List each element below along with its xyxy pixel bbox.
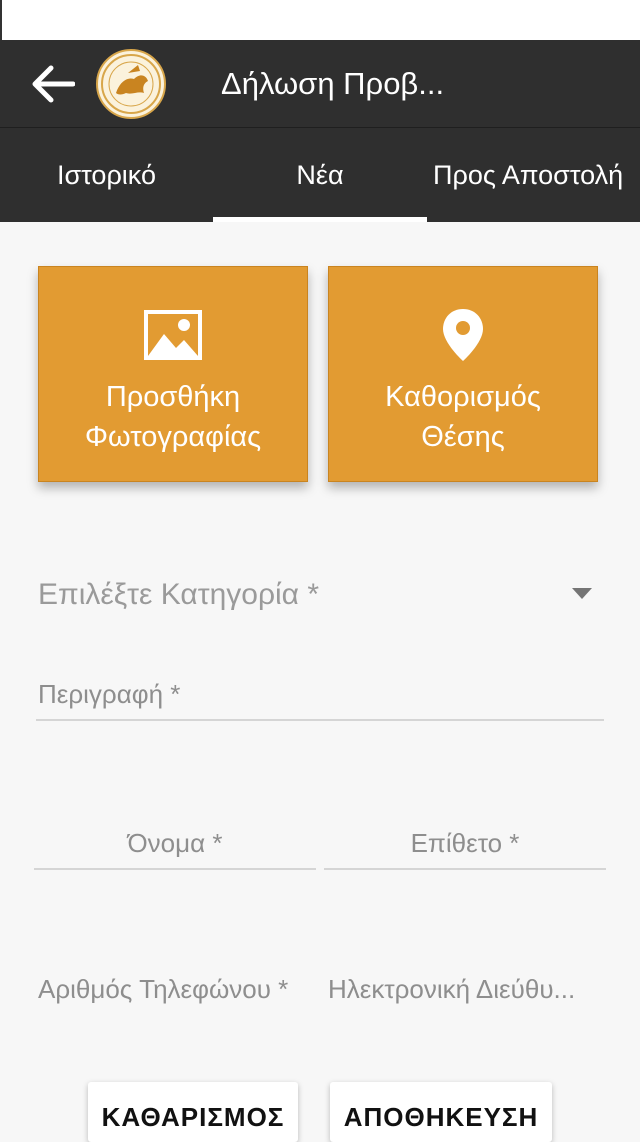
clear-button[interactable]: ΚΑΘΑΡΙΣΜΟΣ	[88, 1082, 298, 1142]
set-location-label-line2: Θέσης	[421, 421, 505, 453]
tab-history-label: Ιστορικό	[56, 159, 156, 190]
tab-bar: Ιστορικό Νέα Προς Αποστολή	[0, 128, 640, 222]
last-name-input[interactable]: Επίθετο *	[324, 820, 606, 870]
add-photo-button[interactable]: Προσθήκη Φωτογραφίας	[38, 266, 308, 482]
first-name-input[interactable]: Όνομα *	[34, 820, 316, 870]
image-icon	[144, 310, 202, 360]
municipality-seal-logo	[96, 49, 166, 119]
back-button[interactable]	[24, 60, 80, 108]
email-placeholder: Ηλεκτρονική Διεύθυ...	[328, 974, 576, 1004]
add-photo-label-line1: Προσθήκη	[105, 381, 241, 413]
description-input[interactable]: Περιγραφή *	[36, 672, 604, 721]
email-input[interactable]: Ηλεκτρονική Διεύθυ...	[328, 966, 608, 1012]
save-button[interactable]: ΑΠΟΘΗΚΕΥΣΗ	[330, 1082, 552, 1142]
description-placeholder: Περιγραφή *	[38, 679, 181, 709]
app-bar: Δήλωση Προβ...	[0, 40, 640, 128]
page-title: Δήλωση Προβ...	[221, 66, 445, 101]
add-photo-label-line2: Φωτογραφίας	[84, 421, 262, 453]
set-location-label-line1: Καθορισμός	[385, 381, 541, 413]
set-location-button[interactable]: Καθορισμός Θέσης	[328, 266, 598, 482]
category-select[interactable]: Επιλέξτε Κατηγορία *	[38, 572, 604, 622]
first-name-placeholder: Όνομα *	[127, 828, 223, 858]
save-button-label: ΑΠΟΘΗΚΕΥΣΗ	[343, 1102, 539, 1132]
location-pin-icon	[443, 309, 483, 361]
category-placeholder: Επιλέξτε Κατηγορία *	[38, 578, 320, 611]
last-name-placeholder: Επίθετο *	[410, 828, 520, 858]
phone-placeholder: Αριθμός Τηλεφώνου *	[38, 974, 289, 1004]
tab-history[interactable]: Ιστορικό	[0, 128, 213, 222]
caret-down-icon	[572, 588, 592, 599]
tab-new[interactable]: Νέα	[213, 128, 427, 222]
clear-button-label: ΚΑΘΑΡΙΣΜΟΣ	[101, 1102, 285, 1132]
status-bar-area	[0, 0, 640, 40]
tab-outbox-label: Προς Αποστολή	[433, 159, 624, 190]
tab-new-label: Νέα	[296, 159, 344, 190]
phone-input[interactable]: Αριθμός Τηλεφώνου *	[38, 966, 320, 1012]
tab-outbox[interactable]: Προς Αποστολή	[427, 128, 640, 222]
arrow-left-icon	[32, 65, 75, 103]
